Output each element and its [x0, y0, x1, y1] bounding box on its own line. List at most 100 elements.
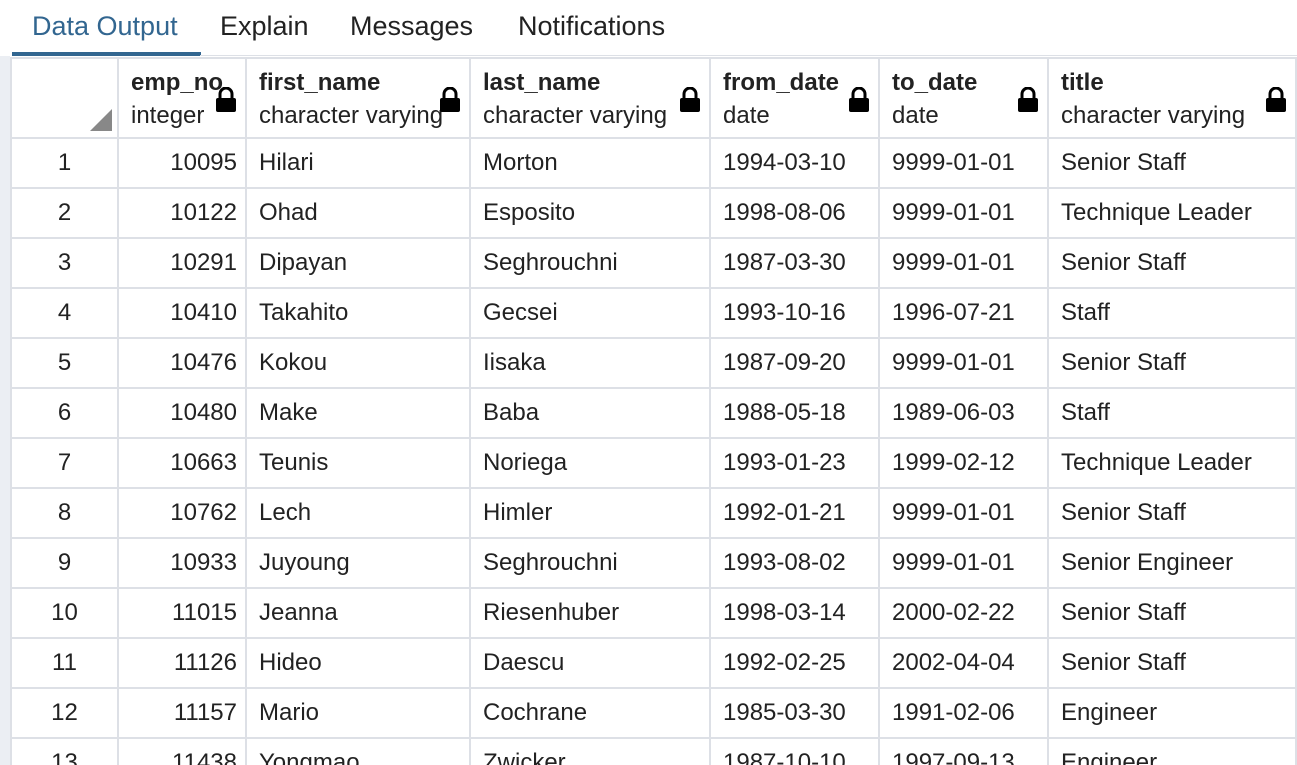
tab-explain[interactable]: Explain: [220, 0, 309, 56]
cell-from-date[interactable]: 1998-08-06: [709, 187, 880, 239]
cell-title[interactable]: Staff: [1047, 287, 1297, 339]
cell-title[interactable]: Engineer: [1047, 687, 1297, 739]
cell-first-name[interactable]: Yongmao: [245, 737, 471, 765]
select-all-cell[interactable]: [10, 57, 119, 139]
cell-last-name[interactable]: Baba: [469, 387, 711, 439]
cell-title[interactable]: Senior Staff: [1047, 587, 1297, 639]
cell-first-name[interactable]: Ohad: [245, 187, 471, 239]
column-header-to-date[interactable]: to_date date: [878, 57, 1049, 139]
cell-first-name[interactable]: Lech: [245, 487, 471, 539]
table-row[interactable]: 10 11015 Jeanna Riesenhuber 1998-03-14 2…: [10, 587, 1297, 639]
table-row[interactable]: 8 10762 Lech Himler 1992-01-21 9999-01-0…: [10, 487, 1297, 539]
table-row[interactable]: 7 10663 Teunis Noriega 1993-01-23 1999-0…: [10, 437, 1297, 489]
column-header-last-name[interactable]: last_name character varying: [469, 57, 711, 139]
cell-first-name[interactable]: Takahito: [245, 287, 471, 339]
row-number[interactable]: 10: [10, 587, 119, 639]
cell-to-date[interactable]: 9999-01-01: [878, 237, 1049, 289]
cell-last-name[interactable]: Seghrouchni: [469, 537, 711, 589]
cell-title[interactable]: Engineer: [1047, 737, 1297, 765]
row-number[interactable]: 1: [10, 137, 119, 189]
cell-from-date[interactable]: 1994-03-10: [709, 137, 880, 189]
tab-notifications[interactable]: Notifications: [518, 0, 665, 56]
column-header-emp-no[interactable]: emp_no integer: [117, 57, 247, 139]
table-row[interactable]: 12 11157 Mario Cochrane 1985-03-30 1991-…: [10, 687, 1297, 739]
row-number[interactable]: 3: [10, 237, 119, 289]
cell-emp-no[interactable]: 11015: [117, 587, 247, 639]
cell-to-date[interactable]: 9999-01-01: [878, 537, 1049, 589]
cell-last-name[interactable]: Morton: [469, 137, 711, 189]
cell-emp-no[interactable]: 10410: [117, 287, 247, 339]
cell-emp-no[interactable]: 10480: [117, 387, 247, 439]
cell-first-name[interactable]: Mario: [245, 687, 471, 739]
table-row[interactable]: 11 11126 Hideo Daescu 1992-02-25 2002-04…: [10, 637, 1297, 689]
cell-from-date[interactable]: 1987-03-30: [709, 237, 880, 289]
table-row[interactable]: 13 11438 Yongmao Zwicker 1987-10-10 1997…: [10, 737, 1297, 765]
cell-to-date[interactable]: 9999-01-01: [878, 487, 1049, 539]
cell-first-name[interactable]: Dipayan: [245, 237, 471, 289]
row-number[interactable]: 5: [10, 337, 119, 389]
cell-title[interactable]: Senior Staff: [1047, 337, 1297, 389]
cell-first-name[interactable]: Teunis: [245, 437, 471, 489]
cell-from-date[interactable]: 1992-01-21: [709, 487, 880, 539]
cell-to-date[interactable]: 2002-04-04: [878, 637, 1049, 689]
cell-emp-no[interactable]: 10122: [117, 187, 247, 239]
cell-first-name[interactable]: Hilari: [245, 137, 471, 189]
cell-from-date[interactable]: 1993-10-16: [709, 287, 880, 339]
row-number[interactable]: 11: [10, 637, 119, 689]
row-number[interactable]: 7: [10, 437, 119, 489]
cell-emp-no[interactable]: 11126: [117, 637, 247, 689]
cell-to-date[interactable]: 9999-01-01: [878, 137, 1049, 189]
cell-last-name[interactable]: Esposito: [469, 187, 711, 239]
cell-title[interactable]: Technique Leader: [1047, 437, 1297, 489]
cell-emp-no[interactable]: 11438: [117, 737, 247, 765]
cell-from-date[interactable]: 1987-10-10: [709, 737, 880, 765]
column-header-from-date[interactable]: from_date date: [709, 57, 880, 139]
table-row[interactable]: 5 10476 Kokou Iisaka 1987-09-20 9999-01-…: [10, 337, 1297, 389]
cell-first-name[interactable]: Jeanna: [245, 587, 471, 639]
row-number[interactable]: 6: [10, 387, 119, 439]
cell-from-date[interactable]: 1998-03-14: [709, 587, 880, 639]
cell-from-date[interactable]: 1993-01-23: [709, 437, 880, 489]
cell-emp-no[interactable]: 10095: [117, 137, 247, 189]
row-number[interactable]: 9: [10, 537, 119, 589]
cell-title[interactable]: Senior Staff: [1047, 637, 1297, 689]
row-number[interactable]: 2: [10, 187, 119, 239]
cell-last-name[interactable]: Daescu: [469, 637, 711, 689]
cell-to-date[interactable]: 2000-02-22: [878, 587, 1049, 639]
row-number[interactable]: 13: [10, 737, 119, 765]
table-row[interactable]: 4 10410 Takahito Gecsei 1993-10-16 1996-…: [10, 287, 1297, 339]
cell-to-date[interactable]: 1996-07-21: [878, 287, 1049, 339]
cell-title[interactable]: Senior Staff: [1047, 487, 1297, 539]
column-header-title[interactable]: title character varying: [1047, 57, 1297, 139]
table-row[interactable]: 1 10095 Hilari Morton 1994-03-10 9999-01…: [10, 137, 1297, 189]
cell-last-name[interactable]: Iisaka: [469, 337, 711, 389]
cell-emp-no[interactable]: 10663: [117, 437, 247, 489]
cell-from-date[interactable]: 1993-08-02: [709, 537, 880, 589]
cell-last-name[interactable]: Himler: [469, 487, 711, 539]
cell-first-name[interactable]: Juyoung: [245, 537, 471, 589]
cell-last-name[interactable]: Zwicker: [469, 737, 711, 765]
cell-from-date[interactable]: 1987-09-20: [709, 337, 880, 389]
table-row[interactable]: 3 10291 Dipayan Seghrouchni 1987-03-30 9…: [10, 237, 1297, 289]
cell-first-name[interactable]: Kokou: [245, 337, 471, 389]
cell-to-date[interactable]: 1997-09-13: [878, 737, 1049, 765]
row-number[interactable]: 4: [10, 287, 119, 339]
row-number[interactable]: 8: [10, 487, 119, 539]
cell-title[interactable]: Senior Staff: [1047, 237, 1297, 289]
column-header-first-name[interactable]: first_name character varying: [245, 57, 471, 139]
table-row[interactable]: 9 10933 Juyoung Seghrouchni 1993-08-02 9…: [10, 537, 1297, 589]
cell-title[interactable]: Staff: [1047, 387, 1297, 439]
table-row[interactable]: 6 10480 Make Baba 1988-05-18 1989-06-03 …: [10, 387, 1297, 439]
tab-messages[interactable]: Messages: [350, 0, 473, 56]
cell-title[interactable]: Technique Leader: [1047, 187, 1297, 239]
cell-last-name[interactable]: Cochrane: [469, 687, 711, 739]
row-number[interactable]: 12: [10, 687, 119, 739]
cell-first-name[interactable]: Hideo: [245, 637, 471, 689]
cell-to-date[interactable]: 9999-01-01: [878, 187, 1049, 239]
cell-to-date[interactable]: 1991-02-06: [878, 687, 1049, 739]
cell-last-name[interactable]: Riesenhuber: [469, 587, 711, 639]
cell-emp-no[interactable]: 10762: [117, 487, 247, 539]
cell-emp-no[interactable]: 10291: [117, 237, 247, 289]
cell-to-date[interactable]: 1999-02-12: [878, 437, 1049, 489]
cell-to-date[interactable]: 9999-01-01: [878, 337, 1049, 389]
